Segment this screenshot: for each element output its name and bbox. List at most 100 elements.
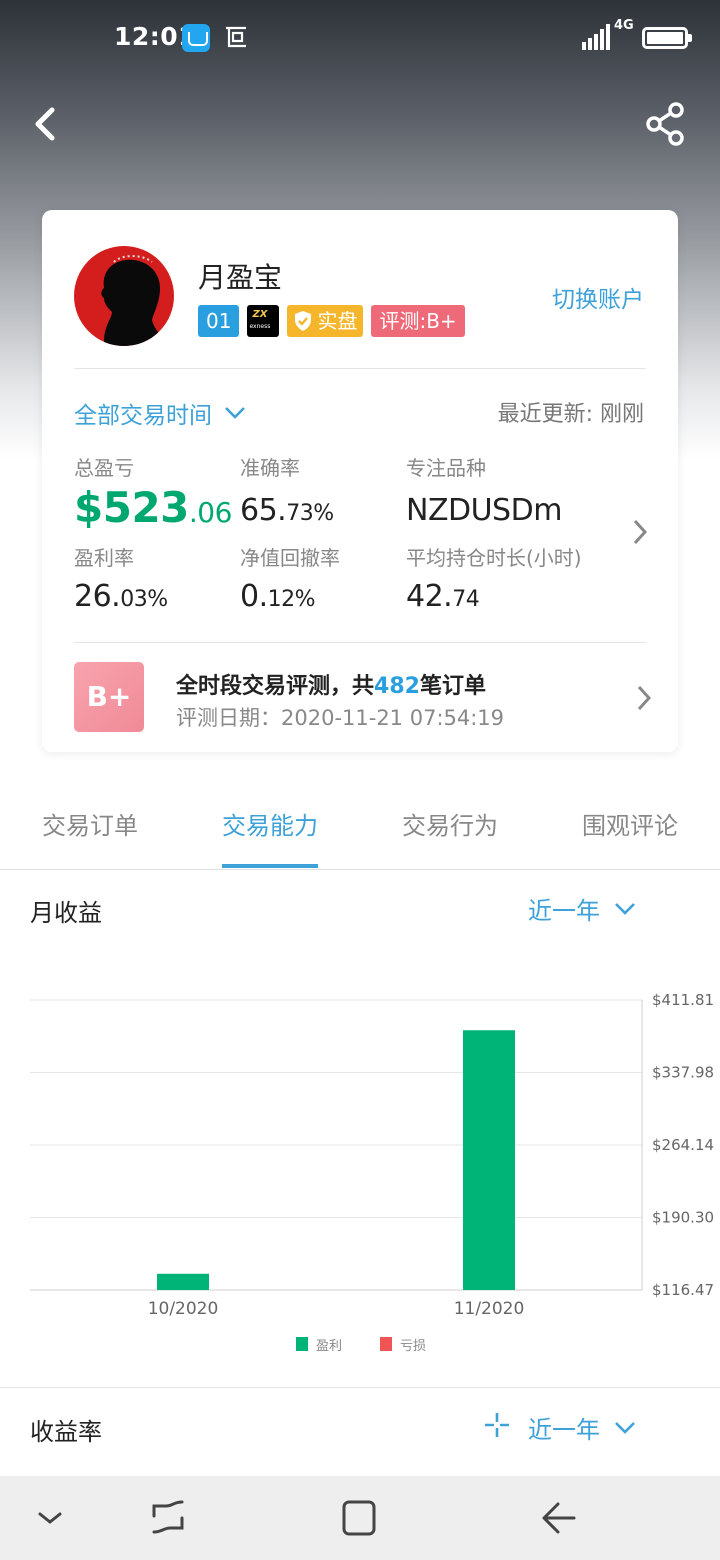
total-pnl-stat: 总盈亏 $523.06: [74, 452, 232, 532]
tab-comments[interactable]: 围观评论: [540, 806, 720, 841]
chart-y-tick-label: $264.14: [652, 1136, 714, 1154]
network-type: 4G: [614, 18, 634, 33]
active-tab-indicator: [222, 864, 318, 868]
chart-y-tick-label: $116.47: [652, 1281, 714, 1299]
evaluation-date-label: 评测日期：: [176, 706, 281, 730]
tab-ability[interactable]: 交易能力: [180, 806, 360, 841]
tab-orders[interactable]: 交易订单: [0, 806, 180, 841]
avg-hold-stat: 平均持仓时长(小时) 42.74: [406, 542, 582, 614]
drawdown-value: 0.12%: [240, 579, 340, 614]
drawdown-label: 净值回撤率: [240, 546, 340, 570]
total-pnl-dec: .06: [188, 496, 233, 529]
drawdown-stat: 净值回撤率 0.12%: [240, 542, 340, 614]
last-update-value: 刚刚: [599, 402, 644, 427]
chart-x-tick-label: 11/2020: [454, 1299, 525, 1319]
evaluation-row[interactable]: B+ 全时段交易评测，共482笔订单 评测日期：2020-11-21 07:54…: [74, 662, 652, 734]
focus-symbol-value: NZDUSDm: [406, 493, 562, 528]
avatar[interactable]: [74, 246, 174, 346]
chart-x-tick-label: 10/2020: [148, 1299, 219, 1319]
avg-hold-int: 42.: [406, 579, 453, 614]
evaluation-date: 评测日期：2020-11-21 07:54:19: [176, 702, 504, 732]
return-rate-value: 26.03%: [74, 579, 168, 614]
signal-icon: [582, 24, 610, 50]
return-rate-dec: 03%: [120, 587, 168, 612]
status-bar: 12:01 4G: [0, 0, 720, 78]
card-divider: [74, 368, 646, 369]
total-pnl-currency: $: [74, 483, 103, 532]
accuracy-value: 65.73%: [240, 493, 334, 528]
evaluation-title: 全时段交易评测，共482笔订单: [176, 668, 486, 700]
crosshair-icon[interactable]: [484, 1412, 510, 1438]
grade-icon: B+: [74, 662, 144, 732]
chart-legend-label: 亏损: [400, 1339, 426, 1354]
time-range-dropdown[interactable]: 全部交易时间: [74, 396, 246, 430]
user-name: 月盈宝: [198, 261, 283, 294]
chevron-down-icon: [615, 1421, 635, 1434]
avg-hold-value: 42.74: [406, 579, 582, 614]
accuracy-label: 准确率: [240, 456, 300, 480]
avg-hold-label: 平均持仓时长(小时): [406, 546, 582, 570]
chevron-down-icon: [225, 407, 245, 419]
broker-logo-mark: ZX: [252, 309, 268, 320]
monthly-returns-title: 月收益: [30, 899, 102, 927]
nav-recents-icon[interactable]: [144, 1496, 192, 1540]
tab-bar: 交易订单 交易能力 交易行为 围观评论: [0, 780, 720, 870]
real-account-badge: 实盘: [287, 305, 364, 337]
nav-home-icon[interactable]: [334, 1496, 382, 1540]
section-divider: [0, 1387, 720, 1388]
broker-name: exness: [249, 323, 271, 330]
badge-row: 01 ZX exness 实盘 评测:B+: [198, 305, 465, 337]
chevron-down-icon: [615, 902, 635, 915]
chart-legend-label: 盈利: [316, 1339, 342, 1354]
total-pnl-int: 523: [102, 483, 190, 532]
total-pnl-label: 总盈亏: [74, 456, 134, 480]
last-update-label: 最近更新:: [497, 402, 593, 427]
drawdown-dec: 12%: [267, 587, 316, 612]
shield-check-icon: [295, 311, 312, 331]
return-rate-stat: 盈利率 26.03%: [74, 542, 168, 614]
share-icon[interactable]: [640, 98, 692, 150]
grade-badge: 评测:B+: [371, 305, 465, 337]
system-nav-bar: [0, 1476, 720, 1560]
monthly-returns-chart: $411.81 $337.98 $264.14 $190.30 $116.47 10/20…: [0, 975, 720, 1375]
broker-logo-badge: ZX exness: [247, 305, 280, 337]
monthly-returns-chart-svg: $411.81 $337.98 $264.14 $190.30 $116.47 10/20…: [30, 991, 714, 1354]
profile-card: 月盈宝 01 ZX exness 实盘 评测:B+ 切换账户 全部交易时间 最近…: [42, 210, 678, 752]
screenshot-icon: [226, 26, 246, 48]
chart-y-tick-label: $337.98: [652, 1064, 714, 1082]
return-rate-int: 26.: [74, 579, 121, 614]
drawdown-int: 0.: [240, 579, 268, 614]
avg-hold-dec: 74: [452, 587, 480, 612]
monthly-period-dropdown[interactable]: 近一年: [528, 891, 636, 926]
return-rate-label: 盈利率: [74, 546, 134, 570]
nav-collapse-icon[interactable]: [26, 1496, 74, 1540]
evaluation-date-value: 2020-11-21 07:54:19: [281, 706, 505, 730]
avatar-image: [101, 255, 170, 346]
chart-legend-swatch: [380, 1337, 392, 1351]
return-period-label: 近一年: [528, 1416, 600, 1444]
real-account-label: 实盘: [317, 309, 358, 333]
chart-y-tick-label: $190.30: [652, 1209, 714, 1227]
chart-y-tick-label: $411.81: [652, 991, 714, 1009]
focus-symbol-stat: 专注品种 NZDUSDm: [406, 452, 562, 528]
chart-bar: [463, 1030, 515, 1290]
accuracy-int: 65.: [240, 493, 287, 528]
return-period-dropdown[interactable]: 近一年: [528, 1410, 636, 1445]
back-arrow-icon[interactable]: [24, 100, 68, 148]
time-range-label: 全部交易时间: [74, 403, 212, 429]
switch-account-button[interactable]: 切换账户: [552, 280, 644, 314]
card-divider: [74, 642, 646, 643]
accuracy-stat: 准确率 65.73%: [240, 452, 334, 528]
battery-icon: [642, 27, 692, 49]
chart-bar: [157, 1273, 209, 1290]
return-rate-title: 收益率: [30, 1418, 102, 1446]
accuracy-dec: 73%: [286, 501, 334, 526]
nav-back-icon[interactable]: [534, 1496, 582, 1540]
tab-behavior[interactable]: 交易行为: [360, 806, 540, 841]
focus-symbol-label: 专注品种: [406, 456, 486, 480]
evaluation-title-prefix: 全时段交易评测，共: [176, 674, 375, 699]
chevron-right-icon[interactable]: [632, 518, 648, 546]
chevron-right-icon: [637, 685, 652, 711]
evaluation-title-suffix: 笔订单: [419, 674, 486, 699]
total-pnl-value: $523.06: [74, 483, 232, 532]
